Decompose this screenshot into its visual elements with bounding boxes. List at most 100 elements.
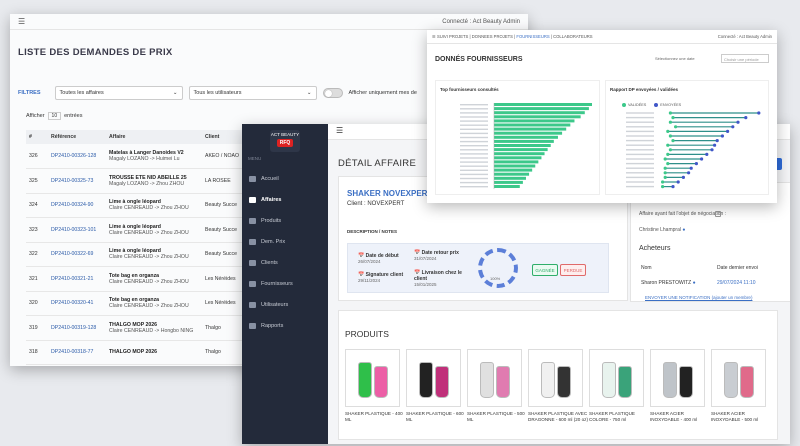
users-select[interactable]: Tous les utilisateurs ⌄	[188, 86, 317, 100]
hamburger-icon[interactable]: ☰	[432, 34, 436, 39]
bar[interactable]	[494, 127, 567, 131]
point-envoyees[interactable]	[736, 120, 740, 124]
point-validees[interactable]	[666, 152, 670, 156]
point-envoyees[interactable]	[710, 148, 714, 152]
hamburger-icon[interactable]: ☰	[336, 126, 343, 135]
bar[interactable]	[494, 148, 548, 152]
point-validees[interactable]	[663, 157, 667, 161]
col-num[interactable]: #	[26, 130, 48, 144]
sidebar-item-utilisateurs[interactable]: Utilisateurs	[246, 294, 324, 315]
point-envoyees[interactable]	[705, 152, 709, 156]
point-validees[interactable]	[668, 134, 672, 138]
bar[interactable]	[494, 115, 581, 119]
point-envoyees[interactable]	[694, 162, 698, 166]
point-envoyees[interactable]	[687, 171, 691, 175]
product-card[interactable]	[406, 349, 461, 407]
product-card[interactable]	[467, 349, 522, 407]
gagnee-button[interactable]: GAGNÉE	[532, 264, 558, 276]
breadcrumb-item[interactable]: FOURNISSEURS	[516, 34, 549, 39]
point-validees[interactable]	[661, 180, 665, 184]
col-affaire[interactable]: Affaire	[106, 130, 202, 144]
point-envoyees[interactable]	[689, 166, 693, 170]
bar[interactable]	[494, 185, 520, 188]
perdue-button[interactable]: PERDUE	[560, 264, 586, 276]
point-envoyees[interactable]	[700, 157, 704, 161]
point-envoyees[interactable]	[731, 125, 735, 129]
bar[interactable]	[494, 131, 563, 135]
point-envoyees[interactable]	[744, 116, 748, 120]
sidebar-item-affaires[interactable]: Affaires	[246, 189, 324, 210]
affaires-select[interactable]: Toutes les affaires ⌄	[54, 86, 183, 100]
sidebar-item-rapports[interactable]: Rapports	[246, 315, 324, 336]
bar[interactable]	[494, 172, 530, 176]
negotiation-checkbox[interactable]	[715, 211, 721, 217]
point-validees[interactable]	[671, 139, 675, 143]
product-card[interactable]	[528, 349, 583, 407]
products-title: PRODUITS	[345, 329, 389, 339]
bar[interactable]	[494, 139, 554, 143]
product-card[interactable]	[345, 349, 400, 407]
bar[interactable]	[494, 119, 575, 123]
connected-user[interactable]: Connecté : Act Beauty Admin	[442, 19, 520, 25]
point-validees[interactable]	[663, 175, 667, 179]
bar[interactable]	[494, 160, 539, 164]
bar[interactable]	[494, 111, 585, 115]
sidebar-item-produits[interactable]: Produits	[246, 210, 324, 231]
product-card[interactable]	[650, 349, 705, 407]
point-validees[interactable]	[668, 111, 672, 115]
point-validees[interactable]	[661, 185, 665, 189]
product-image	[496, 366, 510, 398]
sidebar-item-fournisseurs[interactable]: Fournisseurs	[246, 273, 324, 294]
sidebar-item-dem-prix[interactable]: Dem. Prix	[246, 231, 324, 252]
point-envoyees[interactable]	[757, 111, 761, 115]
bar[interactable]	[494, 152, 545, 156]
page-size-select[interactable]: 10	[47, 112, 62, 120]
point-envoyees[interactable]	[676, 180, 680, 184]
product-label: SHAKER PLASTIQUE - 400 ML	[345, 411, 403, 422]
product-card[interactable]	[711, 349, 766, 407]
bar[interactable]	[494, 164, 536, 168]
sidebar-item-clients[interactable]: Clients	[246, 252, 324, 273]
point-validees[interactable]	[668, 120, 672, 124]
point-validees[interactable]	[663, 171, 667, 175]
period-input[interactable]: Choisir une période	[721, 54, 769, 63]
connected-user[interactable]: Connecté : Act Beauty Admin	[718, 34, 772, 39]
bar[interactable]	[494, 156, 542, 160]
dumbbell-chart	[626, 111, 761, 189]
point-validees[interactable]	[668, 148, 672, 152]
category-label	[460, 128, 488, 130]
bar[interactable]	[494, 135, 558, 139]
bar[interactable]	[494, 144, 551, 147]
app-logo[interactable]: ACT BEAUTY RFQ	[270, 130, 300, 152]
point-envoyees[interactable]	[681, 175, 685, 179]
bar[interactable]	[494, 123, 571, 127]
bar[interactable]	[494, 168, 533, 172]
hamburger-icon[interactable]: ☰	[18, 17, 25, 26]
bar[interactable]	[494, 107, 589, 111]
buyer-date[interactable]: 29/07/2024 11:10	[717, 280, 756, 286]
point-validees[interactable]	[666, 129, 670, 133]
bar[interactable]	[494, 180, 523, 184]
breadcrumb-item[interactable]: COLLABORATEURS	[553, 34, 592, 39]
breadcrumb-item[interactable]: DONNEES PROJETS	[472, 34, 513, 39]
point-envoyees[interactable]	[713, 143, 717, 147]
bar[interactable]	[494, 176, 526, 180]
point-validees[interactable]	[666, 162, 670, 166]
point-validees[interactable]	[674, 125, 678, 129]
point-validees[interactable]	[671, 116, 675, 120]
product-card[interactable]	[589, 349, 644, 407]
category-label	[626, 144, 654, 146]
breadcrumb-item[interactable]: SUIVI PROJETS	[437, 34, 468, 39]
send-notification-link[interactable]: ENVOYER UNE NOTIFICATION (ajouter un mem…	[645, 295, 752, 300]
sidebar-item-accueil[interactable]: Accueil	[246, 168, 324, 189]
product-label: SHAKER ACIER INOXYDABLE - 400 ml	[650, 411, 698, 422]
col-ref[interactable]: Référence	[48, 130, 106, 144]
point-envoyees[interactable]	[671, 185, 675, 189]
only-mine-toggle[interactable]	[322, 88, 343, 98]
point-validees[interactable]	[666, 143, 670, 147]
point-validees[interactable]	[663, 166, 667, 170]
point-envoyees[interactable]	[715, 139, 719, 143]
point-envoyees[interactable]	[726, 129, 730, 133]
bar[interactable]	[494, 103, 592, 106]
point-envoyees[interactable]	[720, 134, 724, 138]
